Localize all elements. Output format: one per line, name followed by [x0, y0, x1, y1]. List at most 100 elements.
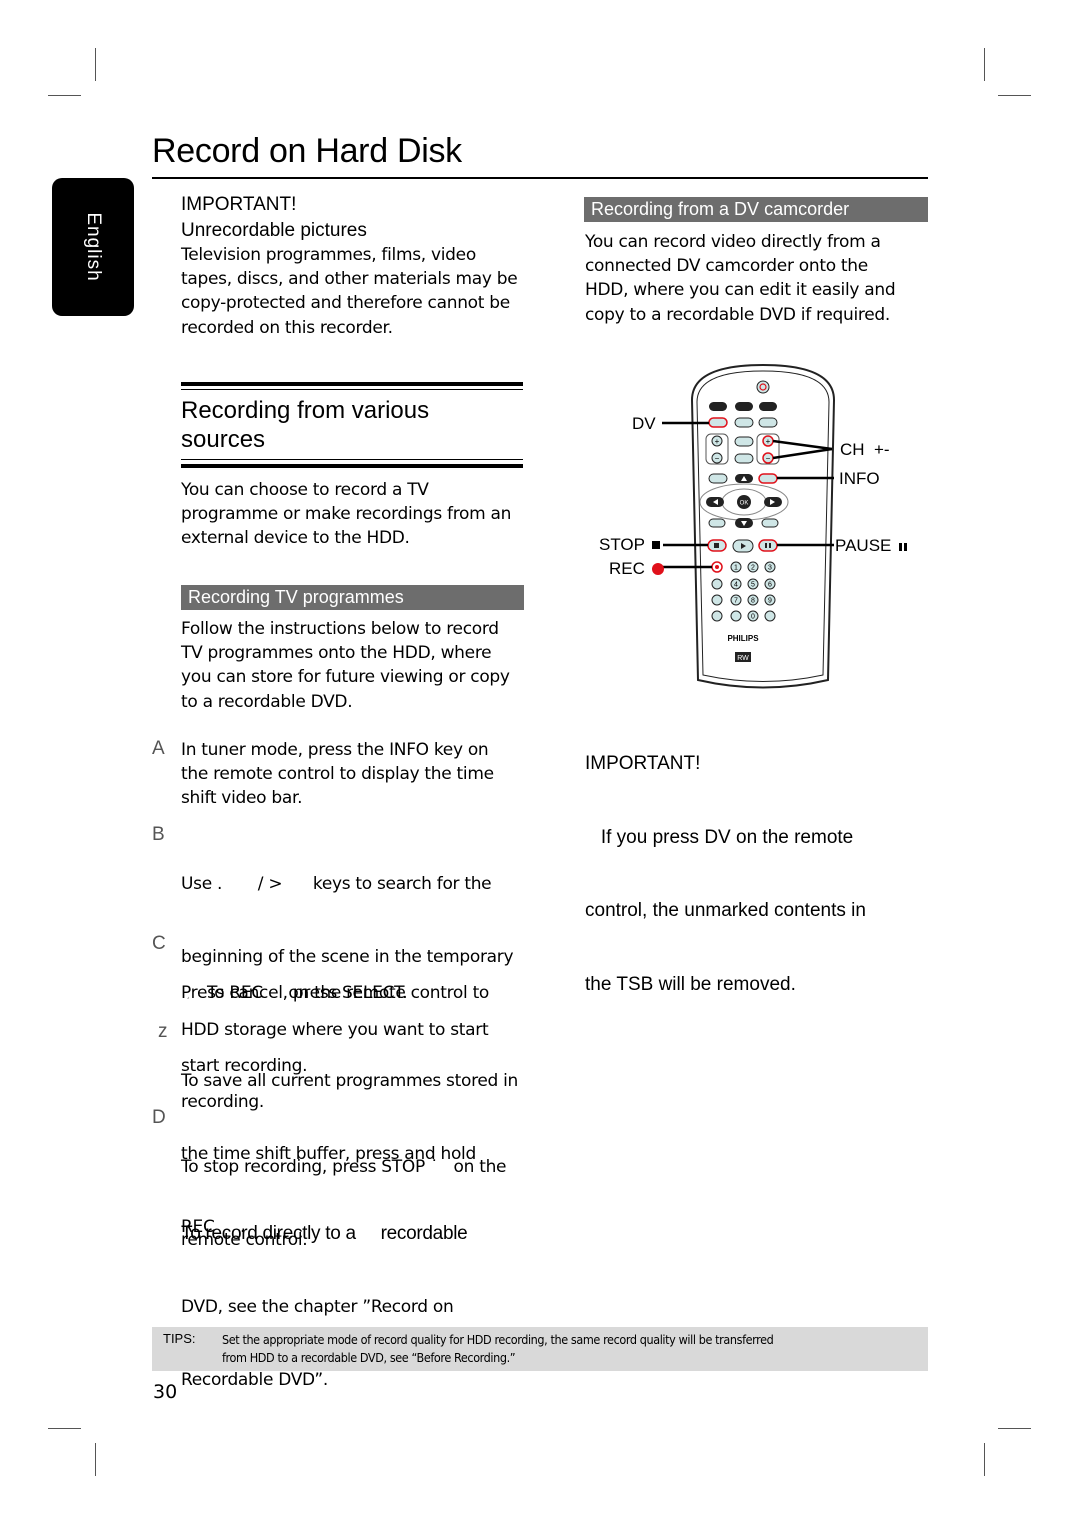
- section-intro: You can choose to record a TV programme …: [181, 478, 526, 551]
- text-line: shift video bar.: [181, 788, 303, 809]
- svg-text:1: 1: [734, 565, 738, 572]
- section-title-line: Recording from various: [181, 397, 430, 424]
- down-button: [735, 518, 753, 528]
- callout-stop: STOP: [599, 535, 661, 555]
- section-title: Recording from various sources: [181, 396, 526, 454]
- step-marker: D: [152, 1107, 166, 1128]
- crop-mark: [998, 1428, 1031, 1429]
- title-divider: [152, 177, 928, 179]
- text-line: Follow the instructions below to record: [181, 619, 499, 639]
- text-line: Use . / > keys to search for the: [181, 874, 492, 895]
- record-icon: [651, 563, 664, 575]
- step-marker: C: [152, 933, 166, 954]
- important-heading: IMPORTANT!: [181, 194, 297, 215]
- pause-icon: [899, 536, 908, 556]
- text-line: copy-protected and therefore cannot be: [181, 293, 510, 314]
- text-line: DVD, see the chapter ”Record on: [181, 1297, 454, 1318]
- svg-text:+: +: [715, 437, 720, 446]
- text-line: control, the unmarked contents in: [585, 900, 866, 921]
- svg-text:9: 9: [768, 598, 772, 605]
- info-button: [758, 473, 778, 484]
- text-line: programme or make recordings from an: [181, 504, 512, 525]
- record-dvd-note: To record directly to a recordable DVD, …: [181, 1174, 526, 1416]
- crop-mark: [95, 1443, 96, 1476]
- source-button: [758, 417, 778, 428]
- page-title: Record on Hard Disk: [152, 132, 462, 170]
- page-number: 30: [153, 1381, 178, 1403]
- section-rule-top-thin: [181, 389, 523, 390]
- tv-dvd-button: [734, 436, 754, 447]
- section-title-line: sources: [181, 426, 266, 453]
- text-line: If you press DV on the remote: [585, 826, 854, 848]
- crop-mark: [984, 48, 985, 81]
- step-a: In tuner mode, press the INFO key on the…: [181, 738, 526, 811]
- text-line: tapes, discs, and other materials may be: [181, 269, 518, 290]
- stop-icon: [652, 541, 661, 549]
- svg-text:−: −: [715, 454, 720, 463]
- callout-stop-label: STOP: [599, 535, 645, 554]
- svg-text:−: −: [766, 454, 771, 463]
- prev-button: [708, 518, 726, 528]
- svg-text:8: 8: [751, 598, 755, 605]
- step-marker: A: [152, 738, 165, 759]
- text-line: the remote control to display the time: [181, 764, 494, 785]
- step-c-sub-marker: ¸: [186, 990, 191, 1000]
- rec-button: [711, 561, 723, 573]
- text-line: Set the appropriate mode of record quali…: [222, 1332, 774, 1347]
- text-line: You can record video directly from a: [585, 232, 881, 252]
- tips-label: TIPS:: [163, 1331, 196, 1346]
- crop-mark: [95, 48, 96, 81]
- step-c-sub: To cancel, press SELECT.: [207, 983, 408, 1003]
- text-line: copy to a recordable DVD if required.: [585, 304, 890, 325]
- crop-mark: [48, 95, 81, 96]
- callout-rec: REC: [609, 559, 664, 579]
- tips-text: Set the appropriate mode of record quali…: [222, 1331, 922, 1367]
- svg-text:3: 3: [768, 565, 772, 572]
- callout-pause-label: PAUSE: [835, 536, 892, 555]
- text-line: Television programmes, films, video: [181, 245, 476, 265]
- svg-text:4: 4: [734, 582, 738, 589]
- text-line: Recordable DVD”.: [181, 1369, 328, 1390]
- brand-logo: PHILIPS: [727, 634, 759, 643]
- language-label: English: [83, 212, 104, 282]
- power-button: [756, 380, 770, 394]
- rw-badge: RW: [735, 652, 751, 662]
- crop-mark: [984, 1443, 985, 1476]
- callout-pause: PAUSE: [835, 536, 908, 556]
- timer-button: [734, 453, 754, 464]
- text-line: To record directly to a recordable: [181, 1223, 468, 1245]
- svg-text:+: +: [766, 437, 771, 446]
- setup-button: [708, 473, 728, 484]
- text-line: the TSB will be removed.: [585, 973, 796, 995]
- callout-rec-label: REC: [609, 559, 645, 578]
- nav-ring: OK: [699, 483, 789, 521]
- text-line: to a recordable DVD.: [181, 691, 353, 712]
- dvd-button: [735, 402, 753, 411]
- crop-mark: [998, 95, 1031, 96]
- text-line: recorded on this recorder.: [181, 317, 393, 338]
- callout-dv: DV: [632, 414, 656, 433]
- language-tab: English: [52, 178, 134, 316]
- svg-text:RW: RW: [737, 655, 749, 662]
- up-button: [735, 474, 753, 483]
- text-line: connected DV camcorder onto the: [585, 256, 868, 277]
- dv-button: [708, 417, 728, 428]
- section-rule-bottom: [181, 464, 523, 468]
- section-rule-bottom-thin: [181, 459, 523, 460]
- important-note-right: IMPORTANT! If you press DV on the remote…: [585, 703, 930, 1022]
- subsection-bar-dv: Recording from a DV camcorder: [584, 197, 928, 222]
- tuner-button: [759, 402, 777, 411]
- subsection-bar-tv: Recording TV programmes: [181, 585, 524, 610]
- text-line: external device to the HDD.: [181, 528, 410, 549]
- text-line: In tuner mode, press the INFO key on: [181, 740, 489, 760]
- dv-intro: You can record video directly from a con…: [585, 230, 930, 327]
- callout-info: INFO: [839, 469, 880, 488]
- text-line: TV programmes onto the HDD, where: [181, 643, 492, 664]
- play-button: [732, 539, 754, 553]
- svg-text:0: 0: [751, 614, 755, 621]
- text-line: HDD, where you can edit it easily and: [585, 280, 896, 301]
- stop-button: [707, 539, 727, 552]
- tv-instructions: Follow the instructions below to record …: [181, 617, 526, 714]
- svg-text:6: 6: [768, 582, 772, 589]
- next-button: [761, 518, 779, 528]
